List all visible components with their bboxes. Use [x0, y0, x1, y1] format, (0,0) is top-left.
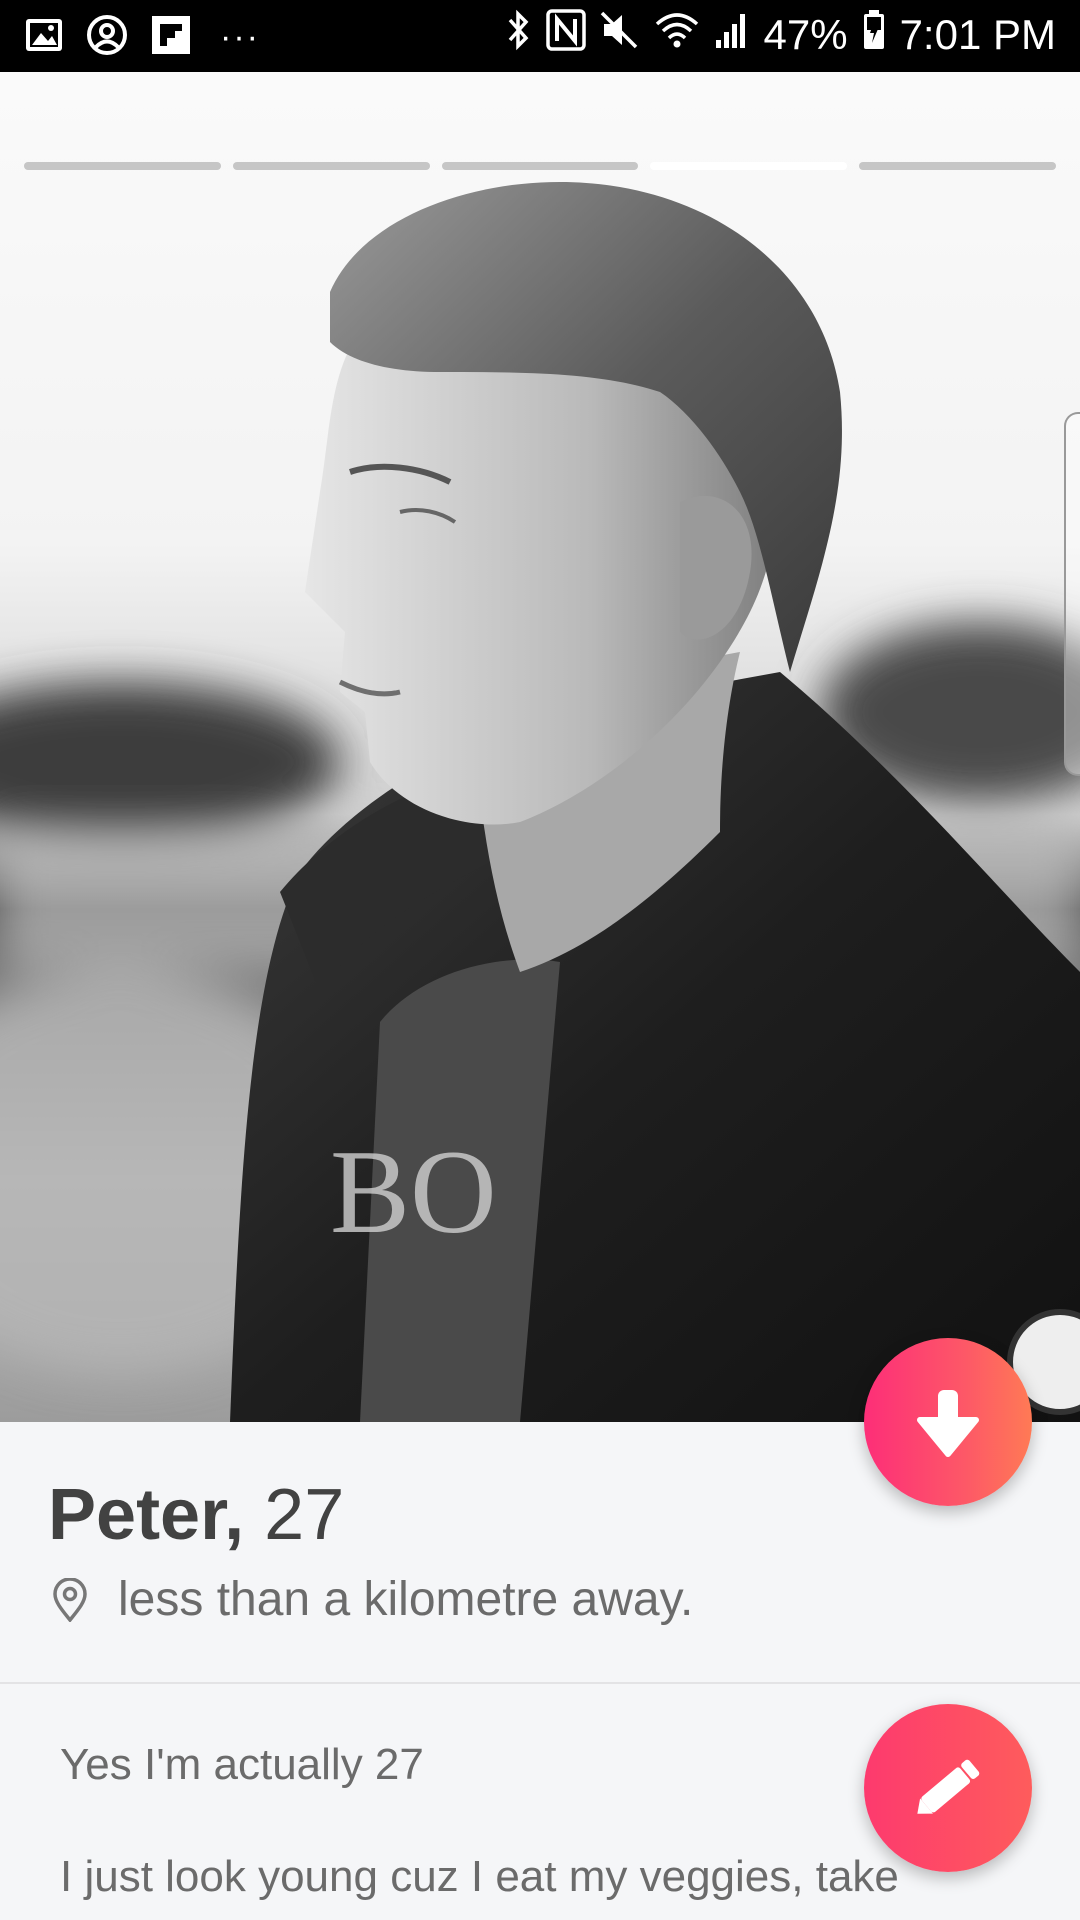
svg-text:BO: BO	[330, 1125, 497, 1258]
photo-progress-segment	[232, 162, 430, 170]
photo-progress-segment	[859, 162, 1056, 170]
gallery-icon	[24, 15, 64, 60]
status-bar: ··· 47% 7:01 PM	[0, 0, 1080, 72]
profile-name-age: Peter, 27	[48, 1474, 344, 1556]
flipboard-icon	[150, 14, 192, 61]
system-icons: 47% 7:01 PM	[506, 8, 1056, 62]
collapse-profile-button[interactable]	[864, 1338, 1032, 1506]
mute-icon	[600, 9, 640, 61]
notification-icons: ···	[24, 14, 260, 61]
arrow-down-icon	[917, 1390, 979, 1457]
profile-photo-illustration: BO	[0, 182, 1080, 1422]
profile-age: 27	[264, 1475, 345, 1555]
nfc-icon	[545, 9, 586, 61]
photo-progress-segment-active	[650, 162, 848, 170]
battery-icon	[862, 9, 886, 61]
side-scroll-handle[interactable]	[1064, 412, 1080, 776]
bio-line-2: I just look young cuz I eat my veggies, …	[60, 1852, 899, 1901]
account-circle-icon	[86, 14, 128, 61]
divider	[0, 1682, 1080, 1684]
photo-progress-segment	[24, 162, 221, 170]
photo-progress-segment	[441, 162, 639, 170]
signal-icon	[714, 10, 750, 60]
bluetooth-icon	[506, 8, 532, 62]
location-pin-icon	[53, 1577, 87, 1622]
clock: 7:01 PM	[899, 11, 1056, 58]
photo-progress-bar	[24, 162, 1056, 170]
profile-photo[interactable]: BO	[0, 72, 1080, 1422]
distance-text: less than a kilometre away.	[118, 1573, 694, 1626]
overflow-indicator: ···	[220, 18, 260, 56]
bio-line-1: Yes I'm actually 27	[60, 1740, 424, 1789]
wifi-icon	[654, 10, 700, 60]
battery-percent: 47%	[763, 11, 848, 58]
profile-name: Peter,	[48, 1475, 245, 1555]
distance-row: less than a kilometre away.	[48, 1572, 693, 1627]
edit-profile-button[interactable]	[864, 1704, 1032, 1872]
pencil-icon	[917, 1759, 980, 1814]
